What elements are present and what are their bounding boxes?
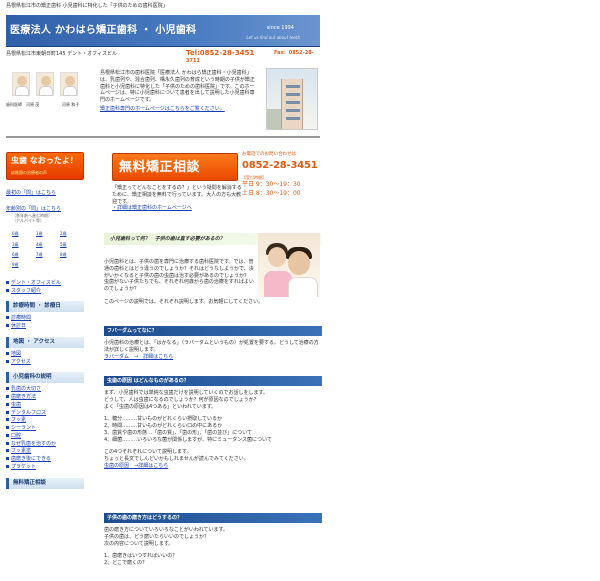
cavity-list-item: 4、細菌………いろいろな菌が関係しますが、特にミュータンス菌について [104, 436, 272, 443]
age-link[interactable]: 7歳 [36, 252, 56, 257]
age-question-link[interactable]: 年齢別の「問」はこちら [6, 206, 86, 213]
doctor-photos: 歯科医師 河原 茂 河原 和子 [6, 70, 86, 114]
free-consultation-title: 無料矯正相談 [119, 160, 201, 175]
kids-link[interactable]: シーラント [6, 425, 86, 432]
kids-link[interactable]: デンタルフロス [6, 410, 86, 417]
age-sub-2: （アルバイト等） [12, 217, 44, 223]
free-consult-text: 「矯正ってどんなことをするの？」という疑問を解消するために、矯正相談を無料で行っ… [112, 185, 242, 212]
cavity-detail-link[interactable]: 虫歯の原因 →詳細はこちら [104, 463, 168, 469]
site-tagline: 島根県松江市の矯正歯科 小児歯科に特化した「子供のための歯科医院」 [6, 3, 168, 9]
brushing-list-item: 1、歯磨きはいつすればいいの？ [104, 553, 178, 560]
kids-dentistry-title: 小児歯科って何？ 子供の歯は直す必要があるの？ [110, 236, 225, 242]
staff-link[interactable]: スタッフ紹介 [6, 288, 86, 295]
age-link[interactable]: 5歳 [60, 242, 80, 247]
testimonials-banner[interactable]: 虫歯 なおったよ！ 幼稚園の治療者の声 [6, 152, 84, 180]
closed-days-link[interactable]: 休診日 [6, 323, 86, 330]
brushing-line: 子供の歯は、どう磨いたらいいのでしょうか？ [104, 533, 210, 540]
address-text: 島根県松江市東朝日町145 デント・オフィスビル [6, 51, 118, 57]
free-consult-contact: お電話でのお問い合わせは 0852-28-3451 【受付時間】 平日 9：30… [242, 152, 322, 204]
office-link[interactable]: デント・オフィスビル [6, 280, 86, 287]
doctor-photo-1 [12, 72, 30, 96]
testimonials-title: 虫歯 なおったよ！ [11, 156, 78, 165]
saturday-hours: 土日 8：30～19：00 [242, 190, 301, 198]
first-question-link[interactable]: 最初の「問」はこちら [6, 190, 86, 197]
rubber-dam-body: 小児歯科の治療とは、「はかなる」（ラバーダムというもの）が処置を要する。どうして… [104, 340, 320, 360]
doctor-caption-1: 歯科医師 河原 茂 [6, 102, 40, 107]
doctor-photo-2 [36, 72, 54, 96]
rubber-dam-text: 小児歯科の治療とは、「はかなる」（ラバーダムというもの）が処置を要する。どうして… [104, 340, 319, 353]
intro-paragraph: 島根県松江市の歯科医院「医療法人 かわはら矯正歯科・小児歯科」は、乳歯列や、混合… [100, 70, 255, 103]
age-link[interactable]: 0歳 [12, 231, 32, 236]
age-link[interactable]: 9歳 [12, 262, 32, 267]
brushing-heading: 子供の歯の磨き方はどうするの？ [104, 513, 322, 523]
kids-link[interactable]: 歯磨き後にできる [6, 456, 86, 463]
site-title: 医療法人 かわはら矯正歯科 ・ 小児歯科 [10, 25, 197, 36]
age-link[interactable]: 2歳 [60, 231, 80, 236]
cavity-cause-heading: 虫歯の原因 はどんなものがあるの？ [104, 376, 322, 386]
kids-photo [258, 233, 320, 297]
cavity-tail: この4つそれぞれについて説明します。 [104, 449, 192, 456]
cavity-list-item: 1、糖分………甘いものがどれくらい摂取しているか [104, 416, 223, 423]
age-link[interactable]: 6歳 [12, 252, 32, 257]
free-consultation-banner[interactable]: 無料矯正相談 [112, 153, 238, 181]
header-tagline: Let us find out about teeth [246, 35, 300, 40]
contact-tel: 0852-28-3451 [242, 160, 318, 172]
kids-link[interactable]: フッ素塗 [6, 448, 86, 455]
age-link[interactable]: 1歳 [36, 231, 56, 236]
hours-label: 【受付時間】 [242, 174, 266, 180]
kids-text-1: 小児歯科とは、子供の歯を専門に治療する歯科医院です。では、普通の歯科とはどう違う… [104, 259, 255, 292]
rubber-dam-link[interactable]: ラバーダム → 詳細はこちら [104, 354, 173, 360]
hours-link[interactable]: 診療時間 [6, 315, 86, 322]
kids-section-heading: 小児歯科の説明 [6, 372, 84, 384]
cavity-list-item: 2、時間………甘いものがどれくらい口の中にあるか [104, 423, 223, 429]
age-link[interactable]: 8歳 [60, 252, 80, 257]
cavity-cause-body: まず、小児歯科では単純な虫歯だけを説明していくのでお話しをします。 どうして、人… [104, 390, 320, 470]
testimonials-sub: 幼稚園の治療者の声 [11, 170, 47, 175]
age-link[interactable]: 3歳 [12, 242, 32, 247]
fax-number: Fax：0852-28- [274, 50, 314, 56]
ortho-detail-link[interactable]: ・詳細は矯正歯科のホームページへ [112, 205, 192, 211]
ortho-homepage-link[interactable]: 矯正歯科専門のホームページはこちらをご覧ください。 [100, 106, 258, 113]
kids-link[interactable]: プラケット [6, 464, 86, 471]
brushing-list-item: 2、どこで磨くの？ [104, 560, 148, 566]
since-text: since 1994 [266, 25, 294, 31]
cavity-line: どうして、人は虫歯になるのでしょうか？何が原因なのでしょうか？ [104, 396, 259, 403]
brushing-line: 次の内容について説明します。 [104, 540, 174, 547]
contact-label: お電話でのお問い合わせは [242, 152, 296, 157]
fax-number-cont: 3711 [186, 58, 200, 64]
cavity-line: まず、小児歯科では単純な虫歯だけを説明していくのでお話しをします。 [104, 390, 269, 396]
free-consult-section-heading: 無料矯正相談 [6, 477, 84, 489]
kids-link[interactable]: なぜ乳歯を治すのか [6, 441, 86, 448]
intro-text-block: 島根県松江市の歯科医院「医療法人 かわはら矯正歯科・小児歯科」は、乳歯列や、混合… [100, 70, 258, 113]
kids-text-2: このページの説明では、それぞれ説明します。お気軽にしてください。 [104, 299, 264, 305]
kids-link[interactable]: 乳歯の大切さ [6, 386, 86, 393]
address-bar: 島根県松江市東朝日町145 デント・オフィスビル Tel:0852-28-345… [6, 49, 320, 65]
left-sidebar: 虫歯 なおったよ！ 幼稚園の治療者の声 最初の「問」はこちら 年齢別の「問」はこ… [6, 152, 86, 489]
cavity-line: よく「虫歯の原因は4つある」といわれています。 [104, 403, 217, 410]
doctor-caption-2: 河原 和子 [62, 102, 80, 107]
kids-link[interactable]: 歯磨き方法 [6, 394, 86, 401]
brushing-line: 歯の磨き方についていろいろなことがいわれています。 [104, 527, 228, 533]
age-link-grid: 0歳 1歳 2歳 3歳 4歳 5歳 6歳 7歳 8歳 9歳 [12, 231, 86, 268]
kids-link[interactable]: 虫歯 [6, 402, 86, 409]
access-section-heading: 地図 ・ アクセス [6, 336, 84, 348]
hours-section-heading: 診療時間 ・ 診療日 [6, 301, 84, 313]
cavity-list-item: 3、歯質や歯の形態…「歯の質」、「歯の形」、「歯の並び」について [104, 429, 253, 436]
doctor-photo-3 [60, 72, 78, 96]
age-link[interactable]: 4歳 [36, 242, 56, 247]
header-banner[interactable]: 医療法人 かわはら矯正歯科 ・ 小児歯科 since 1994 Let us f… [6, 15, 320, 47]
access-link[interactable]: アクセス [6, 359, 86, 366]
cavity-tail: ちょっと長文でしんどいかもしれませんが読んでみてください。 [104, 456, 249, 462]
section-divider [6, 136, 320, 138]
free-consult-paragraph: 「矯正ってどんなことをするの？」という疑問を解消するために、矯正相談を無料で行っ… [112, 185, 242, 205]
kids-link[interactable]: フッ素 [6, 417, 86, 424]
building-photo [266, 68, 318, 130]
rubber-dam-heading: フバーダムってなに？ [104, 326, 322, 336]
kids-link[interactable]: 口腔 [6, 433, 86, 440]
weekday-hours: 平日 9：30～19：30 [242, 180, 301, 188]
brushing-body: 歯の磨き方についていろいろなことがいわれています。 子供の歯は、どう磨いたらいい… [104, 527, 320, 567]
map-link[interactable]: 地図 [6, 351, 86, 358]
